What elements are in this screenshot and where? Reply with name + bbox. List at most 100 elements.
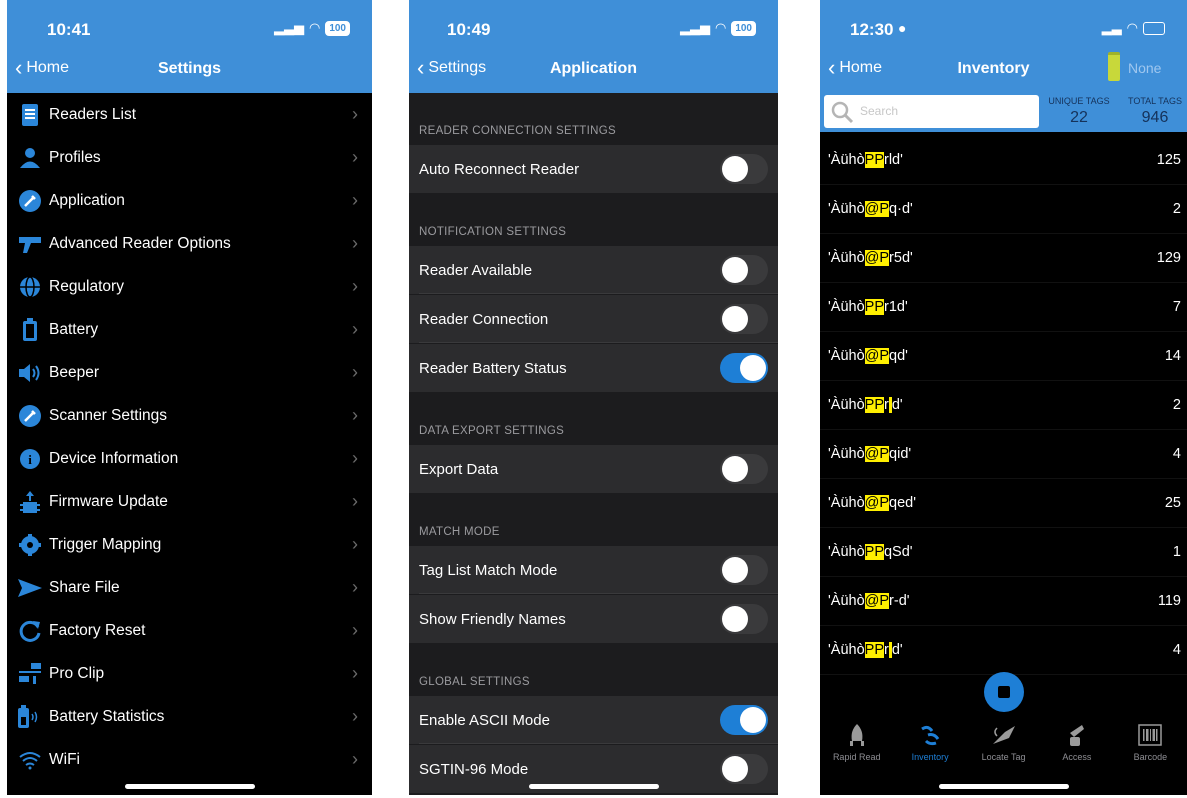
- row-divider: [419, 593, 778, 594]
- battery-stats-icon: [15, 702, 45, 732]
- status-time: 10:41: [47, 20, 91, 39]
- settings-menu-item[interactable]: Regulatory ›: [7, 265, 372, 308]
- readers-list-icon: [15, 100, 45, 130]
- settings-menu-item[interactable]: Firmware Update ›: [7, 480, 372, 523]
- search-icon: [831, 101, 854, 124]
- tag-id-highlight: @: [864, 494, 880, 511]
- settings-menu-item[interactable]: Battery ›: [7, 308, 372, 351]
- settings-menu-item[interactable]: Profiles ›: [7, 136, 372, 179]
- tab-label: Inventory: [911, 752, 949, 762]
- setting-row: Reader Connection: [409, 295, 778, 343]
- speaker-icon: [15, 358, 45, 388]
- settings-menu-item[interactable]: Scanner Settings ›: [7, 394, 372, 437]
- firmware-icon: [15, 487, 45, 517]
- tag-row[interactable]: 'ÀühòPPr1d' 7: [820, 282, 1187, 332]
- tag-id-highlight: P: [879, 445, 890, 462]
- section-header: GLOBAL SETTINGS: [419, 676, 530, 688]
- inventory-header: 12:30 ● ▂▃ ◠ ‹ Home Inventory None Searc…: [820, 0, 1187, 132]
- tab-locate-tag[interactable]: Locate Tag: [967, 722, 1040, 772]
- tag-id-highlight: @: [864, 200, 880, 217]
- tag-row[interactable]: 'ÀühòPPrld' 125: [820, 135, 1187, 185]
- tag-row[interactable]: 'Àühò@Pr5d' 129: [820, 233, 1187, 283]
- signal-icon: ▂▃: [1101, 20, 1122, 35]
- tag-count: 7: [1172, 298, 1181, 315]
- home-indicator[interactable]: [124, 784, 255, 789]
- tag-row[interactable]: 'Àühò@Pqed' 25: [820, 478, 1187, 528]
- tag-id-highlight: @: [864, 592, 880, 609]
- settings-menu-item[interactable]: Battery Statistics ›: [7, 695, 372, 738]
- toggle-switch[interactable]: [720, 154, 768, 184]
- tab-inventory[interactable]: Inventory: [893, 722, 966, 772]
- tag-id: 'ÀühòPPr d': [828, 396, 903, 413]
- settings-menu-item[interactable]: Application ›: [7, 179, 372, 222]
- menu-item-label: Profiles: [49, 148, 101, 166]
- signal-icon: ▂▃▅: [679, 20, 710, 35]
- toggle-switch[interactable]: [720, 353, 768, 383]
- tab-barcode[interactable]: Barcode: [1114, 722, 1187, 772]
- tag-id: 'Àühò@Pr-d': [828, 592, 910, 609]
- reset-icon: [15, 616, 45, 646]
- person-icon: ●: [898, 20, 907, 36]
- search-input[interactable]: Search: [824, 95, 1039, 128]
- stop-button[interactable]: [984, 672, 1024, 712]
- row-divider: [419, 743, 778, 744]
- settings-menu-item[interactable]: Trigger Mapping ›: [7, 523, 372, 566]
- chevron-right-icon: ›: [352, 319, 358, 339]
- settings-menu-item[interactable]: i Device Information ›: [7, 437, 372, 480]
- tab-rapid-read[interactable]: Rapid Read: [820, 722, 893, 772]
- tag-id-suffix: qid': [889, 445, 912, 462]
- chevron-right-icon: ›: [352, 448, 358, 468]
- tag-id-prefix: 'Àühò: [828, 494, 865, 511]
- tag-row[interactable]: 'Àühò@Pqd' 14: [820, 331, 1187, 381]
- toggle-knob: [740, 355, 766, 381]
- access-icon: [1040, 722, 1113, 748]
- home-indicator[interactable]: [938, 784, 1069, 789]
- tag-id-suffix: r1d': [883, 298, 908, 315]
- wrench-icon: [15, 401, 45, 431]
- settings-menu-item[interactable]: Beeper ›: [7, 351, 372, 394]
- wifi-icon: [15, 745, 45, 775]
- settings-menu-item[interactable]: Share File ›: [7, 566, 372, 609]
- toggle-switch[interactable]: [720, 604, 768, 634]
- setting-row: Export Data: [409, 445, 778, 493]
- tag-id-prefix: 'Àühò: [828, 445, 865, 462]
- tag-id: 'Àühò@Pqid': [828, 445, 912, 462]
- pro-clip-icon: [15, 659, 45, 689]
- tag-id-suffix: q·d': [889, 200, 913, 217]
- tag-row[interactable]: 'Àühò@Pr-d' 119: [820, 576, 1187, 626]
- toggle-switch[interactable]: [720, 754, 768, 784]
- tag-row[interactable]: 'ÀühòPPqSd' 1: [820, 527, 1187, 577]
- tag-id-highlight: @: [864, 249, 880, 266]
- stop-icon: [998, 686, 1010, 698]
- tag-row[interactable]: 'ÀühòPPr d' 4: [820, 625, 1187, 675]
- menu-item-label: WiFi: [49, 750, 80, 768]
- section-header: READER CONNECTION SETTINGS: [419, 125, 616, 137]
- status-icons: ▂▃ ◠: [1102, 20, 1165, 36]
- section-header: DATA EXPORT SETTINGS: [419, 425, 565, 437]
- tag-count: 119: [1157, 592, 1181, 609]
- tag-row[interactable]: 'Àühò@Pq·d' 2: [820, 184, 1187, 234]
- toggle-switch[interactable]: [720, 454, 768, 484]
- section-header: MATCH MODE: [419, 526, 500, 538]
- toggle-switch[interactable]: [720, 705, 768, 735]
- globe-icon: [15, 272, 45, 302]
- toggle-switch[interactable]: [720, 304, 768, 334]
- menu-item-label: Regulatory: [49, 277, 124, 295]
- tag-count: 25: [1164, 494, 1181, 511]
- chevron-right-icon: ›: [352, 190, 358, 210]
- settings-menu-item[interactable]: Readers List ›: [7, 93, 372, 136]
- tab-access[interactable]: Access: [1040, 722, 1113, 772]
- tag-row[interactable]: 'Àühò@Pqid' 4: [820, 429, 1187, 479]
- toggle-switch[interactable]: [720, 255, 768, 285]
- home-indicator[interactable]: [528, 784, 659, 789]
- battery-status-icon: 100: [325, 20, 350, 36]
- settings-menu-item[interactable]: Advanced Reader Options ›: [7, 222, 372, 265]
- status-icons: ▂▃▅ ◠ 100: [680, 20, 756, 36]
- settings-menu-item[interactable]: WiFi ›: [7, 738, 372, 781]
- chevron-right-icon: ›: [352, 104, 358, 124]
- toggle-switch[interactable]: [720, 555, 768, 585]
- tag-row[interactable]: 'ÀühòPPr d' 2: [820, 380, 1187, 430]
- settings-menu-item[interactable]: Factory Reset ›: [7, 609, 372, 652]
- tab-bar: Rapid Read Inventory Locate Tag Access Barco…: [820, 722, 1187, 772]
- settings-menu-item[interactable]: Pro Clip ›: [7, 652, 372, 695]
